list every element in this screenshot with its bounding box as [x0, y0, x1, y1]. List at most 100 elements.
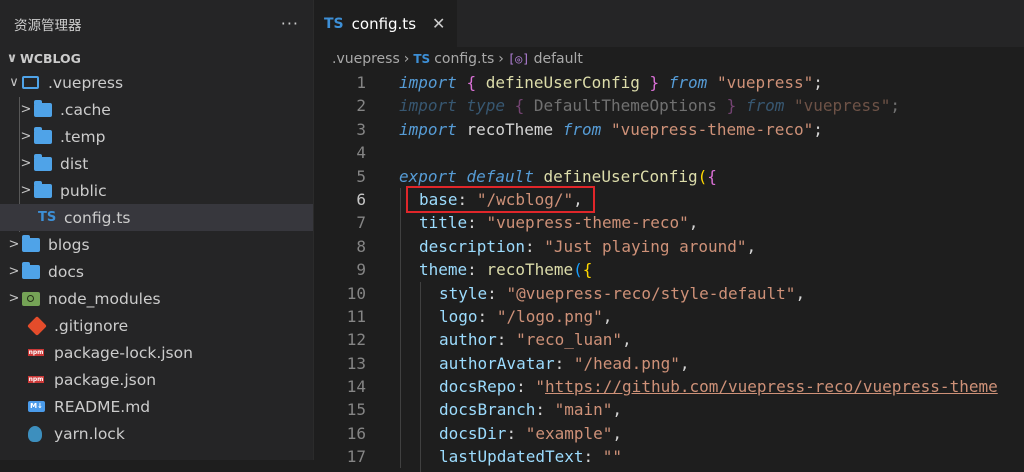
- code-token: (: [697, 166, 708, 186]
- code-token: "vuepress-theme-reco": [610, 119, 814, 139]
- explorer-title: 资源管理器: [14, 17, 82, 34]
- tree-item-cache[interactable]: > .cache: [0, 96, 313, 123]
- code-token: ,: [688, 213, 699, 233]
- code-token: import: [399, 119, 457, 139]
- chevron-right-icon: ›: [498, 51, 504, 67]
- tree-item-label: public: [60, 181, 107, 200]
- code-token: docsBranch: [439, 400, 536, 420]
- code-token: "example": [525, 423, 613, 443]
- code-editor[interactable]: 1 import { defineUserConfig } from "vuepr…: [314, 71, 1024, 472]
- breadcrumb-item-config-ts[interactable]: config.ts: [434, 51, 494, 67]
- breadcrumb-item-vuepress[interactable]: .vuepress: [332, 51, 400, 67]
- code-token: "vuepress": [716, 73, 814, 92]
- code-token: "/head.png": [573, 353, 680, 373]
- breadcrumb-item-default[interactable]: default: [534, 51, 583, 67]
- code-token: from: [745, 96, 785, 116]
- workspace-root[interactable]: ∨ WCBLOG: [0, 47, 313, 69]
- line-number: 7: [356, 213, 366, 233]
- code-token: author: [439, 330, 497, 350]
- close-icon[interactable]: ✕: [432, 14, 445, 33]
- yarn-icon: [28, 425, 50, 443]
- workspace-root-label: WCBLOG: [20, 50, 81, 66]
- code-line-12: 12 author: "reco_luan",: [314, 328, 1024, 351]
- code-token: "": [602, 447, 623, 467]
- tree-item-config-ts[interactable]: TS config.ts: [0, 204, 313, 231]
- code-token: theme: [419, 260, 468, 280]
- code-token: ,: [612, 423, 623, 443]
- tab-config-ts[interactable]: TS config.ts ✕: [314, 0, 458, 47]
- code-token: :: [467, 260, 477, 280]
- code-token: ,: [622, 330, 632, 350]
- code-token: default: [466, 166, 534, 186]
- code-token: :: [477, 306, 488, 326]
- tree-item-gitignore[interactable]: .gitignore: [0, 312, 313, 339]
- code-token: title: [419, 213, 468, 233]
- tree-item-dist[interactable]: > dist: [0, 150, 313, 177]
- chevron-right-icon: >: [20, 129, 32, 144]
- tab-label: config.ts: [351, 14, 417, 33]
- code-token: from: [562, 119, 602, 139]
- tree-item-label: config.ts: [64, 208, 131, 227]
- code-token: docsRepo: [439, 377, 517, 397]
- line-number: 13: [346, 353, 366, 373]
- code-token: ,: [746, 236, 757, 256]
- code-token: :: [496, 330, 507, 350]
- line-number: 2: [356, 96, 366, 116]
- line-number: 4: [356, 143, 366, 163]
- typescript-file-icon: TS: [38, 210, 57, 225]
- code-token: "reco_luan": [516, 330, 623, 350]
- typescript-file-icon: TS: [324, 15, 344, 32]
- tree-item-readme[interactable]: M↓ README.md: [0, 393, 313, 420]
- code-link[interactable]: https://github.com/vuepress-reco/vuepres…: [545, 377, 998, 396]
- code-line-3: 3 import recoTheme from "vuepress-theme-r…: [314, 118, 1024, 141]
- tree-item-package-json[interactable]: npm package.json: [0, 366, 313, 393]
- line-number: 14: [346, 377, 366, 397]
- folder-icon: [34, 126, 56, 146]
- tree-item-label: package-lock.json: [54, 343, 193, 362]
- code-token: defineUserConfig: [543, 166, 698, 186]
- folder-icon: [34, 180, 56, 200]
- code-token: :: [554, 353, 565, 373]
- tree-item-temp[interactable]: > .temp: [0, 123, 313, 150]
- tree-item-public[interactable]: > public: [0, 177, 313, 204]
- code-line-5: 5 export default defineUserConfig({: [314, 165, 1024, 188]
- chevron-right-icon: >: [20, 183, 32, 198]
- code-token: "vuepress-theme-reco": [486, 213, 689, 233]
- tree-item-node-modules[interactable]: > node_modules: [0, 285, 313, 312]
- line-number: 6: [356, 189, 366, 209]
- code-token: defineUserConfig: [485, 73, 640, 92]
- more-actions-button[interactable]: ···: [281, 14, 299, 33]
- code-line-2: 2 import type { DefaultThemeOptions } fro…: [314, 94, 1024, 117]
- code-token: {: [707, 166, 717, 186]
- code-token: lastUpdatedText: [439, 447, 584, 467]
- code-token: {: [466, 73, 477, 92]
- editor-area: TS config.ts ✕ .vuepress › TS config.ts …: [314, 0, 1024, 472]
- tree-item-blogs[interactable]: > blogs: [0, 231, 313, 258]
- line-number: 11: [346, 306, 366, 326]
- code-line-7: 7 title: "vuepress-theme-reco",: [314, 211, 1024, 234]
- chevron-right-icon: >: [8, 264, 20, 279]
- code-line-9: 9 theme: recoTheme({: [314, 258, 1024, 281]
- chevron-right-icon: >: [20, 102, 32, 117]
- code-token: ,: [612, 400, 623, 420]
- code-token: {: [514, 96, 525, 116]
- tree-item-docs[interactable]: > docs: [0, 258, 313, 285]
- tree-item-package-lock[interactable]: npm package-lock.json: [0, 339, 313, 366]
- code-token: DefaultThemeOptions: [533, 96, 717, 116]
- code-token: ;: [813, 73, 823, 92]
- code-token: "@vuepress-reco/style-default": [506, 283, 796, 303]
- line-number: 12: [346, 330, 366, 350]
- node-modules-folder-icon: [22, 290, 44, 308]
- code-token: ,: [602, 306, 613, 326]
- line-number: 3: [356, 119, 366, 139]
- breadcrumb: .vuepress › TS config.ts › [◎] default: [314, 47, 1024, 71]
- code-token: recoTheme: [466, 119, 554, 139]
- code-line-8: 8 description: "Just playing around",: [314, 235, 1024, 258]
- tree-item-label: package.json: [54, 370, 157, 389]
- tree-item-label: README.md: [54, 397, 151, 416]
- tree-item-yarn-lock[interactable]: yarn.lock: [0, 420, 313, 447]
- tree-item-vuepress[interactable]: ∨ .vuepress: [0, 69, 313, 96]
- folder-open-icon: [22, 74, 44, 92]
- code-line-4: 4: [314, 141, 1024, 164]
- code-token: :: [467, 213, 477, 233]
